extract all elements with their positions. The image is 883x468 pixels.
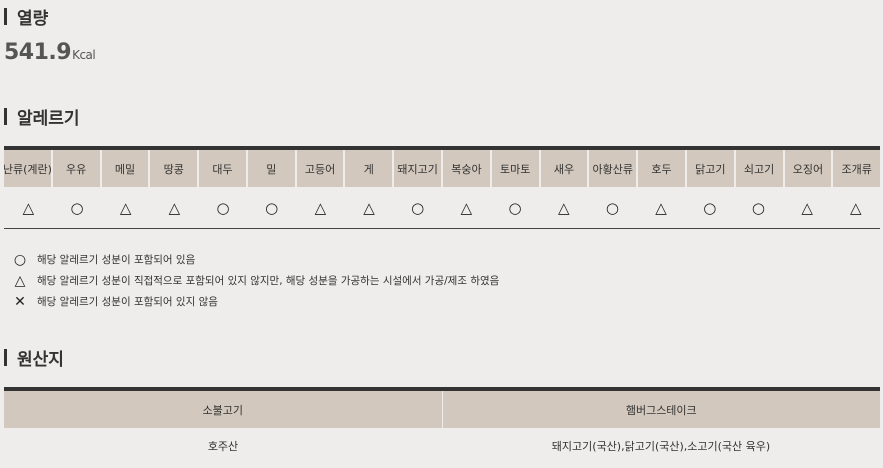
calories-number: 541.9 (4, 40, 72, 65)
allergy-symbol-cell: ○ (265, 198, 279, 217)
title-bar-marker (4, 108, 7, 125)
allergy-symbol-cell: △ (22, 198, 35, 217)
allergy-header-cell: 메밀 (101, 150, 151, 187)
allergy-symbol-cell: ○ (216, 198, 230, 217)
legend-item: ○ 해당 알레르기 성분이 포함되어 있음 (13, 249, 499, 270)
calories-value: 541.9Kcal (4, 40, 96, 65)
allergy-symbol-cell: △ (460, 198, 473, 217)
allergy-symbol-cell: △ (314, 198, 327, 217)
allergy-section-title: 알레르기 (4, 104, 80, 129)
allergy-header-cell: 오징어 (784, 150, 834, 187)
allergy-symbol-cell: ○ (411, 198, 425, 217)
origin-header-hamburg-steak: 햄버그스테이크 (442, 391, 880, 428)
allergy-header-cell: 우유 (52, 150, 102, 187)
allergy-symbol-cell: △ (655, 198, 667, 217)
allergy-symbol-cell: ○ (605, 198, 619, 217)
allergy-header-cell: 아황산류 (589, 150, 639, 187)
allergy-header-cell: 대두 (199, 150, 248, 187)
allergy-symbol-row: △ ○ △ △ ○ ○ △ △ ○ △ ○ △ ○ △ ○ ○ △ △ (4, 187, 880, 228)
origin-value-row: 호주산 돼지고기(국산),닭고기(국산),소고기(국산 육우) (4, 428, 880, 464)
legend-symbol-icon: ✕ (14, 293, 26, 310)
allergy-header-cell: 고등어 (296, 150, 346, 187)
allergy-table: 난류(계란) 우유 메밀 땅콩 대두 밀 고등어 게 돼지고기 복숭아 토마토 새우 아황산류 호두 닭고기… (4, 146, 881, 229)
allergy-header-cell: 게 (345, 150, 395, 187)
allergy-header-row: 난류(계란) 우유 메밀 땅콩 대두 밀 고등어 게 돼지고기 복숭아 토마토 새우 아황산류 호두 닭고기… (4, 150, 881, 187)
allergy-symbol-cell: ○ (751, 198, 765, 217)
allergy-symbol-cell: △ (557, 198, 570, 217)
legend-symbol-icon: △ (14, 272, 26, 289)
allergy-title-label: 알레르기 (17, 109, 80, 129)
allergy-header-cell: 닭고기 (686, 150, 736, 187)
origin-table: 소불고기 햄버그스테이크 호주산 돼지고기(국산),닭고기(국산),소고기(국산… (4, 387, 880, 464)
allergy-symbol-cell: ○ (703, 198, 717, 217)
allergy-symbol-cell: △ (168, 198, 181, 217)
legend-symbol-icon: ○ (13, 251, 27, 268)
allergy-header-cell: 호두 (638, 150, 687, 187)
legend-item: △ 해당 알레르기 성분이 직접적으로 포함되어 있지 않지만, 해당 성분을 가… (13, 270, 500, 291)
allergy-header-cell: 돼지고기 (394, 150, 444, 187)
legend-text: 해당 알레르기 성분이 직접적으로 포함되어 있지 않지만, 해당 성분을 가공… (37, 275, 500, 287)
allergy-header-cell: 토마토 (491, 150, 541, 187)
allergy-symbol-cell: △ (849, 198, 862, 217)
calories-title-label: 열량 (17, 9, 49, 29)
allergy-symbol-cell: △ (119, 198, 132, 217)
origin-header-bulgogi: 소불고기 (4, 391, 443, 428)
allergy-symbol-cell: ○ (70, 198, 84, 217)
allergy-header-cell: 밀 (247, 150, 297, 187)
allergy-header-cell: 땅콩 (150, 150, 200, 187)
allergy-header-cell: 새우 (540, 150, 590, 187)
origin-header-row: 소불고기 햄버그스테이크 (4, 391, 880, 428)
title-bar-marker (4, 349, 7, 366)
allergy-symbol-cell: △ (801, 198, 813, 217)
legend-item: ✕ 해당 알레르기 성분이 포함되어 있지 않음 (13, 291, 499, 312)
origin-value-bulgogi: 호주산 (207, 440, 239, 453)
origin-title-label: 원산지 (17, 350, 64, 370)
allergy-legend: ○ 해당 알레르기 성분이 포함되어 있음 △ 해당 알레르기 성분이 직접적으로 포… (13, 249, 499, 312)
legend-text: 해당 알레르기 성분이 포함되어 있지 않음 (37, 296, 218, 308)
allergy-symbol-cell: △ (363, 198, 375, 217)
calories-section-title: 열량 (4, 4, 48, 29)
allergy-header-cell: 난류(계란) (4, 150, 53, 187)
allergy-header-cell: 조개류 (833, 150, 881, 187)
allergy-symbol-cell: ○ (508, 198, 522, 217)
legend-text: 해당 알레르기 성분이 포함되어 있음 (37, 254, 196, 266)
allergy-header-cell: 복숭아 (443, 150, 492, 187)
origin-value-hamburg-steak: 돼지고기(국산),닭고기(국산),소고기(국산 육우) (551, 440, 771, 453)
origin-section-title: 원산지 (4, 345, 64, 370)
allergy-header-cell: 쇠고기 (735, 150, 785, 187)
calories-unit: Kcal (72, 48, 96, 62)
title-bar-marker (4, 8, 7, 25)
